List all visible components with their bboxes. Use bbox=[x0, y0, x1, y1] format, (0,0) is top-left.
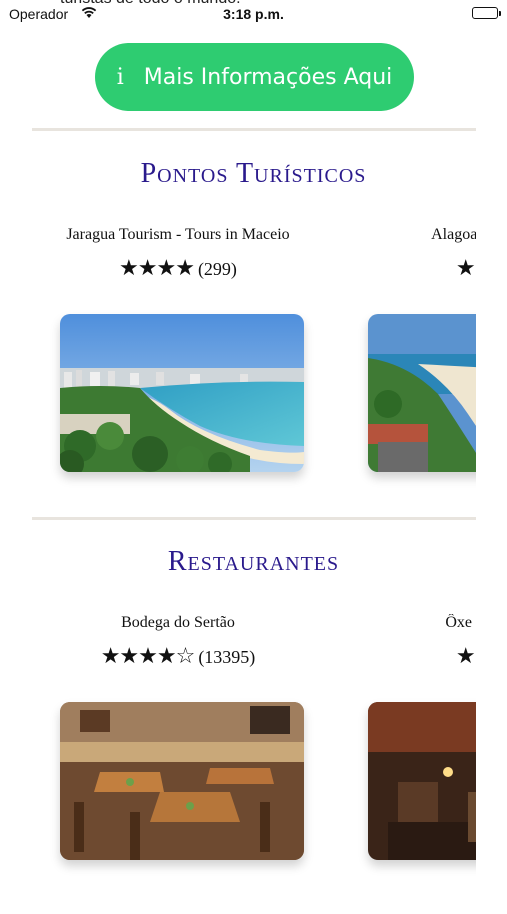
star-rating-icon: ★★★ bbox=[455, 256, 476, 281]
restaurant-card[interactable]: Ôxe Comida ★★★ bbox=[356, 614, 476, 914]
beach-photo[interactable] bbox=[60, 314, 304, 472]
star-rating-icon: ★★★★ bbox=[119, 256, 195, 281]
section-title-restaurants: Restaurantes bbox=[167, 546, 340, 577]
section-title-tourist-spots: Pontos Turísticos bbox=[140, 158, 367, 189]
tourist-spots-carousel[interactable]: Jaragua Tourism - Tours in Maceio ★★★★ (2… bbox=[0, 226, 476, 526]
review-count: (13395) bbox=[198, 647, 256, 667]
coast-photo[interactable] bbox=[368, 314, 476, 472]
place-card[interactable]: Alagoas Turismo ★★★ bbox=[356, 226, 476, 526]
more-info-button[interactable]: i Mais Informações Aqui bbox=[95, 43, 414, 111]
rating: ★★★★ (299) bbox=[48, 256, 308, 281]
place-name: Alagoas Turismo bbox=[431, 226, 476, 243]
battery-icon bbox=[472, 7, 501, 19]
divider bbox=[32, 517, 476, 520]
rating: ★★★ bbox=[356, 644, 476, 669]
restaurant-name: Bodega do Sertão bbox=[121, 614, 235, 631]
star-rating-icon: ★★★ bbox=[455, 644, 476, 669]
rating: ★★★ bbox=[356, 256, 476, 281]
more-info-label: Mais Informações Aqui bbox=[143, 64, 393, 90]
status-bar: Operador 3:18 p.m. bbox=[0, 0, 507, 28]
rating: ★★★★☆ (13395) bbox=[48, 644, 308, 669]
clock: 3:18 p.m. bbox=[223, 6, 284, 22]
restaurant-photo[interactable] bbox=[368, 702, 476, 860]
review-count: (299) bbox=[197, 259, 237, 279]
star-rating-icon: ★★★★☆ bbox=[100, 644, 196, 669]
place-card[interactable]: Jaragua Tourism - Tours in Maceio ★★★★ (2… bbox=[48, 226, 308, 526]
restaurants-carousel[interactable]: Bodega do Sertão ★★★★☆ (13395) Ôxe ★ bbox=[0, 614, 476, 914]
restaurant-name: Ôxe Comida bbox=[445, 614, 476, 631]
restaurant-photo[interactable] bbox=[60, 702, 304, 860]
restaurant-card[interactable]: Bodega do Sertão ★★★★☆ (13395) bbox=[48, 614, 308, 914]
divider bbox=[32, 128, 476, 131]
info-icon: i bbox=[116, 64, 124, 90]
place-name: Jaragua Tourism - Tours in Maceio bbox=[66, 226, 290, 243]
